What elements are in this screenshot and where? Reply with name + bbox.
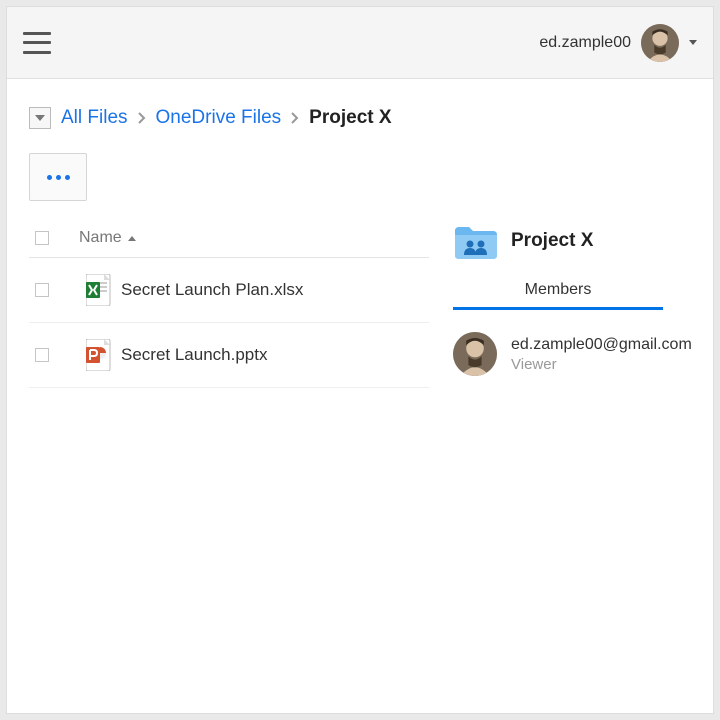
member-avatar (453, 332, 497, 376)
row-checkbox[interactable] (35, 348, 49, 362)
side-tabs: Members (453, 281, 692, 310)
row-checkbox[interactable] (35, 283, 49, 297)
column-header-name[interactable]: Name (79, 229, 136, 247)
user-avatar (641, 24, 679, 62)
user-display-name: ed.zample00 (539, 34, 631, 52)
details-panel: Project X Members ed.zample00@gmail.com … (429, 219, 692, 388)
content-area: All Files OneDrive Files Project X Name (7, 79, 713, 713)
tab-members[interactable]: Members (453, 281, 663, 310)
file-name: Secret Launch Plan.xlsx (121, 280, 303, 300)
chevron-right-icon (138, 112, 146, 124)
breadcrumb-root[interactable]: All Files (61, 107, 128, 129)
member-email: ed.zample00@gmail.com (511, 336, 692, 354)
user-menu[interactable]: ed.zample00 (539, 24, 697, 62)
file-name: Secret Launch.pptx (121, 345, 267, 365)
breadcrumb: All Files OneDrive Files Project X (29, 107, 691, 129)
file-row[interactable]: Secret Launch.pptx (29, 323, 429, 388)
breadcrumb-current: Project X (309, 107, 391, 129)
chevron-right-icon (291, 112, 299, 124)
file-list: Name Secret Launch Plan.xlsx (29, 219, 429, 388)
breadcrumb-parent[interactable]: OneDrive Files (156, 107, 282, 129)
more-actions-button[interactable] (29, 153, 87, 201)
member-row: ed.zample00@gmail.com Viewer (453, 332, 692, 376)
app-window: ed.zample00 All Files OneDrive Files Pro… (6, 6, 714, 714)
toolbar (29, 153, 691, 201)
chevron-down-icon (689, 40, 697, 45)
select-all-checkbox[interactable] (35, 231, 49, 245)
breadcrumb-dropdown[interactable] (29, 107, 51, 129)
file-row[interactable]: Secret Launch Plan.xlsx (29, 258, 429, 323)
hamburger-menu-icon[interactable] (23, 32, 51, 54)
top-bar: ed.zample00 (7, 7, 713, 79)
shared-folder-icon (453, 223, 497, 259)
member-role: Viewer (511, 356, 692, 373)
folder-title: Project X (511, 230, 593, 252)
powerpoint-file-icon (79, 339, 121, 371)
file-list-header: Name (29, 219, 429, 258)
excel-file-icon (79, 274, 121, 306)
sort-ascending-icon (128, 236, 136, 241)
